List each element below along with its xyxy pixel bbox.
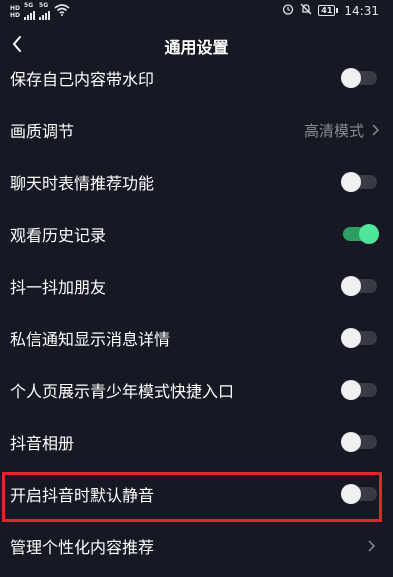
shake-add-friend-toggle[interactable] [341,276,377,296]
status-left: HD HD 5G 5G [10,3,70,20]
setting-row-album[interactable]: 抖音相册 [0,416,393,468]
status-right: 41 14:31 [282,3,379,18]
chevron-right-icon [372,124,379,136]
hd2-label: HD [10,11,21,19]
setting-row-watch-history[interactable]: 观看历史记录 [0,208,393,260]
setting-row-dm-details[interactable]: 私信通知显示消息详情 [0,312,393,364]
hd-icon: HD HD [10,5,20,19]
watermark-toggle[interactable] [341,68,377,88]
setting-label: 画质调节 [10,122,75,141]
quality-value-group: 高清模式 [304,120,379,141]
setting-row-watermark[interactable]: 保存自己内容带水印 [0,52,393,104]
setting-label: 抖一抖加朋友 [10,278,107,297]
setting-label: 抖音相册 [10,434,75,453]
mute-bell-icon [300,3,312,18]
setting-row-shake-add-friend[interactable]: 抖一抖加朋友 [0,260,393,312]
setting-label: 保存自己内容带水印 [10,70,155,89]
battery-level: 41 [318,5,336,16]
alarm-icon [282,3,294,18]
watch-history-toggle[interactable] [343,224,379,244]
battery-icon: 41 [318,5,339,16]
signal-icon: 5G [24,3,36,20]
setting-label: 聊天时表情推荐功能 [10,174,155,193]
setting-row-emoji-recommend[interactable]: 聊天时表情推荐功能 [0,156,393,208]
quality-value: 高清模式 [303,121,364,140]
setting-row-quality[interactable]: 画质调节 高清模式 [0,104,393,156]
emoji-recommend-toggle[interactable] [341,172,377,192]
hd1-label: HD [10,4,21,12]
setting-label: 个人页展示青少年模式快捷入口 [10,382,235,401]
status-time: 14:31 [344,3,379,18]
setting-row-personalized-content[interactable]: 管理个性化内容推荐 [0,520,393,572]
dm-details-toggle[interactable] [341,328,377,348]
setting-row-teen-mode-shortcut[interactable]: 个人页展示青少年模式快捷入口 [0,364,393,416]
highlight-box [2,472,382,522]
album-toggle[interactable] [341,432,377,452]
signal-icon: 5G [39,3,51,20]
status-bar: HD HD 5G 5G 41 14:31 [0,0,393,24]
setting-label: 管理个性化内容推荐 [10,538,155,557]
setting-label: 私信通知显示消息详情 [10,330,171,349]
wifi-icon [54,4,70,19]
setting-label: 观看历史记录 [10,226,107,245]
chevron-right-icon [368,540,375,552]
teen-mode-shortcut-toggle[interactable] [341,380,377,400]
